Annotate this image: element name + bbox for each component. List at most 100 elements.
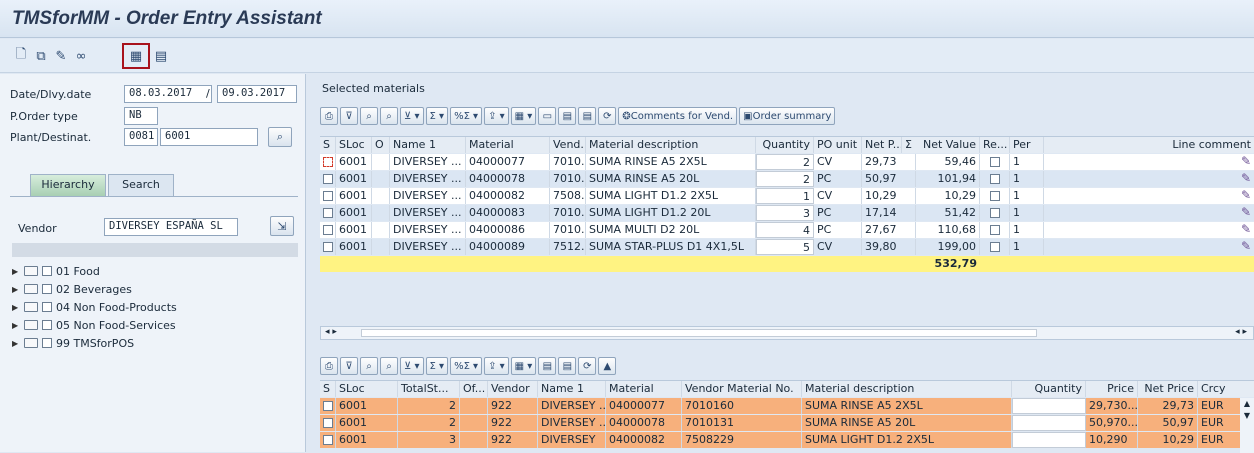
filter-icon[interactable]: ⊽ xyxy=(340,357,358,375)
layout-select-icon[interactable]: ▦ ▾ xyxy=(510,357,537,375)
table-row[interactable]: 6001 3 922 DIVERSEY 04000082 7508229 SUM… xyxy=(320,432,1240,448)
layout-select-icon[interactable]: ▦ ▾ xyxy=(510,107,537,125)
cell-re[interactable] xyxy=(980,154,1010,170)
col-currency[interactable]: Crcy xyxy=(1198,381,1254,397)
scroll-right-arrow-icon[interactable]: ◂ ▸ xyxy=(1235,327,1247,337)
pencil-icon[interactable]: ✎ xyxy=(50,45,72,67)
col-material[interactable]: Material xyxy=(606,381,682,397)
line-comment-edit-icon[interactable]: ✎ xyxy=(1044,154,1254,170)
cell-quantity[interactable]: 5 xyxy=(756,239,814,255)
tree-checkbox[interactable] xyxy=(42,338,52,348)
col-net-price[interactable]: Net Price xyxy=(1138,381,1198,397)
new-document-icon[interactable]: 🗋 xyxy=(10,45,32,67)
table-row[interactable]: 6001 DIVERSEY ... 04000089 7512... SUMA … xyxy=(320,239,1254,255)
glasses-icon[interactable]: ∞ xyxy=(70,45,92,67)
set-filter-icon[interactable]: ⊻ ▾ xyxy=(400,357,424,375)
col-net-value[interactable]: Net Value xyxy=(916,137,980,153)
line-comment-edit-icon[interactable]: ✎ xyxy=(1044,239,1254,255)
expand-arrow-icon[interactable]: ▶ xyxy=(12,303,24,312)
expand-arrow-icon[interactable]: ▶ xyxy=(12,267,24,276)
tab-search[interactable]: Search xyxy=(108,174,174,196)
find-next-icon[interactable]: ⌕ xyxy=(380,107,398,125)
sum-icon[interactable]: Σ ▾ xyxy=(425,357,449,375)
refresh-icon[interactable]: ⟳ xyxy=(598,107,617,125)
tree-item-non-food-services[interactable]: ▶ 05 Non Food-Services xyxy=(12,316,177,334)
comments-for-vendor-button[interactable]: ❂ Comments for Vend. xyxy=(618,107,738,125)
cell-quantity-input[interactable] xyxy=(1012,432,1086,448)
row-select[interactable] xyxy=(320,205,336,221)
scroll-down-arrow-icon[interactable]: ▼ xyxy=(1240,410,1254,422)
delete-row-icon[interactable]: ▭ xyxy=(538,107,557,125)
row-select[interactable] xyxy=(320,239,336,255)
order-type-input[interactable]: NB xyxy=(124,107,158,125)
col-s[interactable]: S xyxy=(320,381,336,397)
cell-quantity[interactable]: 2 xyxy=(756,171,814,187)
col-vendor-material-no[interactable]: Vendor Material No. xyxy=(682,381,802,397)
cell-re[interactable] xyxy=(980,205,1010,221)
subtotal-icon[interactable]: %Σ ▾ xyxy=(450,357,483,375)
set-filter-icon[interactable]: ⊻ ▾ xyxy=(400,107,424,125)
cell-quantity-input[interactable] xyxy=(1012,398,1086,414)
tree-item-non-food-products[interactable]: ▶ 04 Non Food-Products xyxy=(12,298,177,316)
line-comment-edit-icon[interactable]: ✎ xyxy=(1044,188,1254,204)
row-select[interactable] xyxy=(320,222,336,238)
col-vendor[interactable]: Vendor xyxy=(488,381,538,397)
row-select[interactable] xyxy=(320,398,336,414)
expand-arrow-icon[interactable]: ▶ xyxy=(12,339,24,348)
append-row-icon[interactable]: ▤ xyxy=(558,357,577,375)
col-material[interactable]: Material xyxy=(466,137,550,153)
copy-icon[interactable]: ⧉ xyxy=(30,45,52,67)
table-row[interactable]: 6001 DIVERSEY ... 04000078 7010... SUMA … xyxy=(320,171,1254,187)
sum-icon[interactable]: Σ ▾ xyxy=(425,107,449,125)
col-total-stock[interactable]: TotalSt... xyxy=(398,381,460,397)
col-s[interactable]: S xyxy=(320,137,336,153)
col-material-description[interactable]: Material description xyxy=(802,381,1012,397)
append-row-icon[interactable]: ▤ xyxy=(578,107,597,125)
row-select[interactable] xyxy=(320,415,336,431)
cell-re[interactable] xyxy=(980,171,1010,187)
tree-checkbox[interactable] xyxy=(42,302,52,312)
lower-vertical-scrollbar[interactable]: ▲ ▼ xyxy=(1240,398,1254,453)
upper-horizontal-scrollbar[interactable]: ◂ ▸ ◂ ▸ xyxy=(320,326,1254,340)
tree-item-food[interactable]: ▶ 01 Food xyxy=(12,262,177,280)
col-sloc[interactable]: SLoc xyxy=(336,137,372,153)
row-select[interactable] xyxy=(320,188,336,204)
cell-re[interactable] xyxy=(980,222,1010,238)
filter-icon[interactable]: ⊽ xyxy=(340,107,358,125)
cell-re[interactable] xyxy=(980,239,1010,255)
tree-item-beverages[interactable]: ▶ 02 Beverages xyxy=(12,280,177,298)
layout-icon[interactable]: ▦ xyxy=(122,43,150,69)
col-net-price[interactable]: Net P... xyxy=(862,137,902,153)
order-summary-button[interactable]: ▣ Order summary xyxy=(739,107,836,125)
table-row[interactable]: 6001 2 922 DIVERSEY ... 04000078 7010131… xyxy=(320,415,1240,431)
find-next-icon[interactable]: ⌕ xyxy=(380,357,398,375)
move-up-icon[interactable]: ▲ xyxy=(598,357,617,375)
print-icon[interactable]: ⎙ xyxy=(320,107,338,125)
delivery-date-input[interactable]: 09.03.2017 xyxy=(217,85,297,103)
line-comment-edit-icon[interactable]: ✎ xyxy=(1044,222,1254,238)
cell-quantity[interactable]: 1 xyxy=(756,188,814,204)
export-icon[interactable]: ⇪ ▾ xyxy=(484,357,509,375)
cell-re[interactable] xyxy=(980,188,1010,204)
col-sigma[interactable]: Σ xyxy=(902,137,916,153)
scroll-left-arrow-icon[interactable]: ◂ ▸ xyxy=(325,327,337,337)
line-comment-edit-icon[interactable]: ✎ xyxy=(1044,205,1254,221)
cell-quantity[interactable]: 3 xyxy=(756,205,814,221)
insert-row-icon[interactable]: ▤ xyxy=(558,107,577,125)
vendor-input[interactable]: DIVERSEY ESPAÑA SL xyxy=(104,218,238,236)
cell-quantity-input[interactable] xyxy=(1012,415,1086,431)
tree-item-tmsforpos[interactable]: ▶ 99 TMSforPOS xyxy=(12,334,177,352)
col-price[interactable]: Price xyxy=(1086,381,1138,397)
find-icon[interactable]: ⌕ xyxy=(360,357,378,375)
scroll-thumb[interactable] xyxy=(361,329,1037,337)
expand-arrow-icon[interactable]: ▶ xyxy=(12,285,24,294)
tree-checkbox[interactable] xyxy=(42,320,52,330)
cell-quantity[interactable]: 4 xyxy=(756,222,814,238)
expand-arrow-icon[interactable]: ▶ xyxy=(12,321,24,330)
refresh-icon[interactable]: ⟳ xyxy=(578,357,597,375)
destination-input[interactable]: 6001 xyxy=(160,128,258,146)
col-line-comment[interactable]: Line comment xyxy=(1044,137,1254,153)
subtotal-icon[interactable]: %Σ ▾ xyxy=(450,107,483,125)
scroll-up-arrow-icon[interactable]: ▲ xyxy=(1240,398,1254,410)
col-of[interactable]: Of... xyxy=(460,381,488,397)
